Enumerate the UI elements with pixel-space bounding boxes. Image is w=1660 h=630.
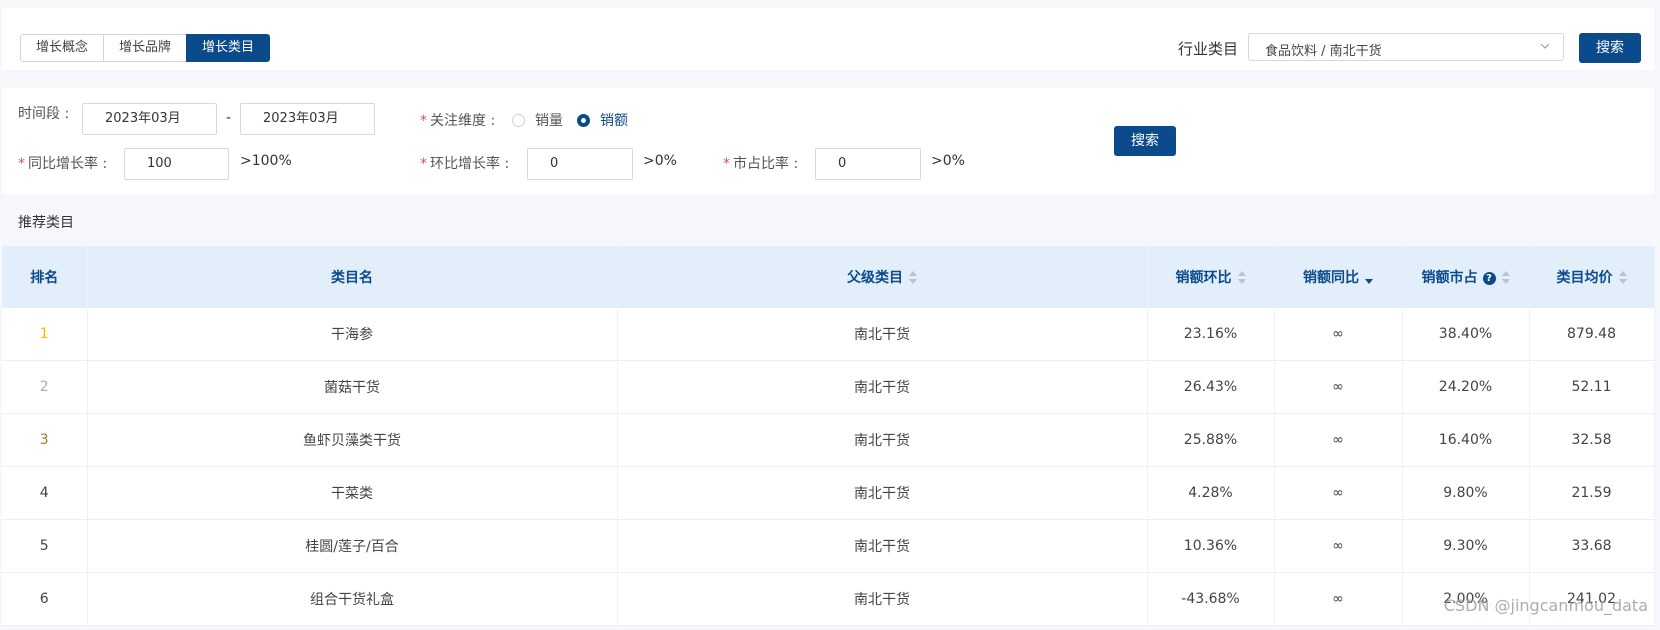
- industry-select-value: 食品饮料 / 南北干货: [1265, 44, 1382, 59]
- tab-growth-concept[interactable]: 增长概念: [20, 34, 105, 62]
- rank-cell: 3: [2, 413, 88, 467]
- parent-category-cell: 南北干货: [617, 360, 1148, 414]
- period-separator: -: [226, 110, 232, 126]
- parent-category-cell: 南北干货: [617, 572, 1148, 626]
- sort-desc-icon[interactable]: [1365, 271, 1373, 285]
- rank-cell: 1: [2, 308, 88, 361]
- industry-select[interactable]: 食品饮料 / 南北干货: [1248, 33, 1564, 61]
- radio-sales-amount-label: 销额: [600, 113, 628, 129]
- period-start-input[interactable]: 2023年03月: [82, 103, 217, 135]
- sales-mom-cell: 25.88%: [1147, 413, 1275, 467]
- sales-share-cell: 38.40%: [1402, 308, 1530, 361]
- yoy-label: * 同比增长率 :: [18, 156, 108, 172]
- help-icon[interactable]: ?: [1482, 271, 1496, 285]
- radio-circle: [512, 113, 525, 127]
- required-mark: *: [18, 156, 25, 172]
- sales-share-cell: 9.30%: [1402, 519, 1530, 573]
- growth-type-tabs: 增长概念 增长品牌 增长类目: [20, 34, 271, 62]
- sort-icon[interactable]: [1501, 271, 1510, 285]
- sort-icon[interactable]: [1237, 271, 1246, 285]
- col-avg-price[interactable]: 类目均价: [1529, 246, 1655, 308]
- sales-yoy-cell: ∞: [1274, 308, 1403, 361]
- sort-icon[interactable]: [1618, 271, 1627, 285]
- parent-category-cell: 南北干货: [617, 308, 1148, 361]
- table-row: 4 干菜类 南北干货 4.28% ∞ 9.80% 21.59: [2, 466, 1655, 520]
- mom-label: * 环比增长率 :: [420, 156, 510, 172]
- radio-sales-volume[interactable]: 销量: [512, 110, 563, 130]
- mom-input[interactable]: 0: [527, 148, 633, 180]
- rank-cell: 2: [2, 360, 88, 414]
- avg-price-cell: 21.59: [1529, 466, 1655, 520]
- category-table: 排名 类目名 父级类目 销额环比 销额同比 销额市占? 类目均价 1 干海参 南北干…: [2, 246, 1655, 626]
- category-name-cell: 菌菇干货: [87, 360, 618, 414]
- required-mark: *: [723, 156, 730, 172]
- parent-category-cell: 南北干货: [617, 466, 1148, 520]
- sort-icon[interactable]: [909, 271, 917, 285]
- avg-price-cell: 52.11: [1529, 360, 1655, 414]
- avg-price-cell: 32.58: [1529, 413, 1655, 467]
- category-name-cell: 干海参: [87, 308, 618, 361]
- period-end-input[interactable]: 2023年03月: [240, 103, 375, 135]
- share-suffix: >0%: [931, 153, 965, 169]
- share-label: * 市占比率 :: [723, 156, 799, 172]
- watermark: CSDN @jingcanmou_data: [1443, 596, 1648, 615]
- sales-yoy-cell: ∞: [1274, 519, 1403, 573]
- rank-cell: 6: [2, 572, 88, 626]
- rank-cell: 5: [2, 519, 88, 573]
- sales-mom-cell: 26.43%: [1147, 360, 1275, 414]
- filter-search-button[interactable]: 搜索: [1114, 126, 1176, 156]
- sales-share-cell: 24.20%: [1402, 360, 1530, 414]
- sales-share-cell: 9.80%: [1402, 466, 1530, 520]
- share-input[interactable]: 0: [815, 148, 921, 180]
- category-name-cell: 干菜类: [87, 466, 618, 520]
- parent-category-cell: 南北干货: [617, 413, 1148, 467]
- parent-category-cell: 南北干货: [617, 519, 1148, 573]
- rank-cell: 4: [2, 466, 88, 520]
- tab-growth-brand[interactable]: 增长品牌: [103, 34, 188, 62]
- table-row: 6 组合干货礼盒 南北干货 -43.68% ∞ 2.00% 241.02: [2, 572, 1655, 626]
- category-name-cell: 组合干货礼盒: [87, 572, 618, 626]
- table-row: 1 干海参 南北干货 23.16% ∞ 38.40% 879.48: [2, 308, 1655, 361]
- sales-mom-cell: 4.28%: [1147, 466, 1275, 520]
- sales-yoy-cell: ∞: [1274, 572, 1403, 626]
- top-toolbar: 增长概念 增长品牌 增长类目 行业类目 食品饮料 / 南北干货 搜索: [2, 8, 1654, 70]
- sales-mom-cell: 10.36%: [1147, 519, 1275, 573]
- table-row: 2 菌菇干货 南北干货 26.43% ∞ 24.20% 52.11: [2, 360, 1655, 414]
- table-row: 3 鱼虾贝藻类干货 南北干货 25.88% ∞ 16.40% 32.58: [2, 413, 1655, 467]
- col-sales-share[interactable]: 销额市占?: [1402, 246, 1530, 308]
- yoy-input[interactable]: 100: [124, 148, 229, 180]
- category-name-cell: 鱼虾贝藻类干货: [87, 413, 618, 467]
- col-parent-category[interactable]: 父级类目: [617, 246, 1148, 308]
- col-sales-yoy[interactable]: 销额同比: [1274, 246, 1403, 308]
- table-row: 5 桂圆/莲子/百合 南北干货 10.36% ∞ 9.30% 33.68: [2, 519, 1655, 573]
- chevron-down-icon: [1540, 43, 1550, 49]
- mom-suffix: >0%: [643, 153, 677, 169]
- yoy-suffix: >100%: [240, 153, 292, 169]
- sales-mom-cell: -43.68%: [1147, 572, 1275, 626]
- col-sales-mom[interactable]: 销额环比: [1147, 246, 1275, 308]
- col-category-name: 类目名: [87, 246, 618, 308]
- sales-yoy-cell: ∞: [1274, 413, 1403, 467]
- avg-price-cell: 879.48: [1529, 308, 1655, 361]
- period-label: 时间段 :: [18, 106, 70, 122]
- industry-search-button[interactable]: 搜索: [1579, 33, 1641, 63]
- sales-yoy-cell: ∞: [1274, 466, 1403, 520]
- radio-sales-amount[interactable]: 销额: [577, 110, 628, 130]
- table-header-row: 排名 类目名 父级类目 销额环比 销额同比 销额市占? 类目均价: [2, 246, 1655, 308]
- sales-yoy-cell: ∞: [1274, 360, 1403, 414]
- section-title: 推荐类目: [18, 215, 74, 231]
- radio-sales-volume-label: 销量: [535, 113, 563, 129]
- avg-price-cell: 33.68: [1529, 519, 1655, 573]
- category-name-cell: 桂圆/莲子/百合: [87, 519, 618, 573]
- col-rank: 排名: [2, 246, 88, 308]
- required-mark: *: [420, 156, 427, 172]
- required-mark: *: [420, 113, 427, 129]
- sales-mom-cell: 23.16%: [1147, 308, 1275, 361]
- dimension-label: * 关注维度 :: [420, 113, 496, 129]
- sales-share-cell: 16.40%: [1402, 413, 1530, 467]
- radio-circle: [577, 113, 590, 127]
- industry-label: 行业类目: [1178, 40, 1239, 58]
- tab-growth-category[interactable]: 增长类目: [186, 34, 271, 62]
